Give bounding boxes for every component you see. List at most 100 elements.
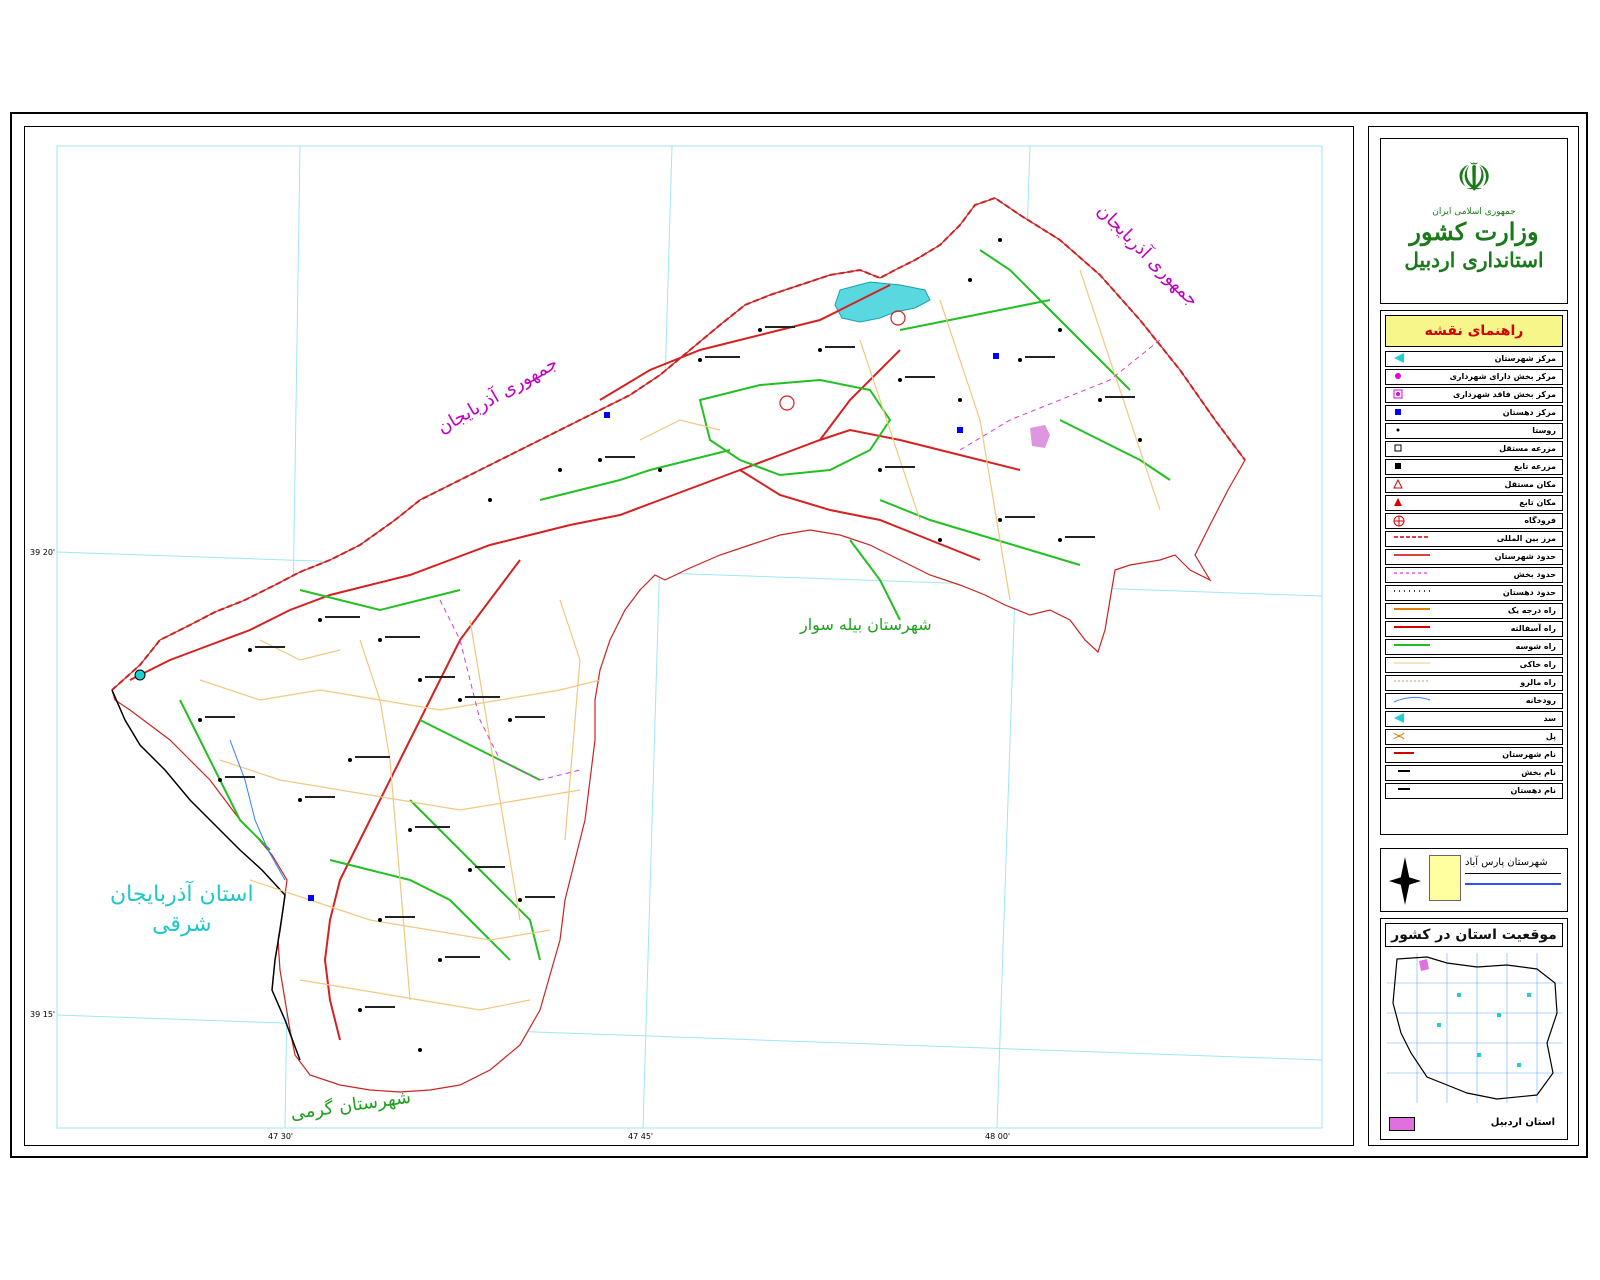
place-icon [1392, 478, 1436, 492]
legend-label: نام شهرستان [1502, 750, 1556, 759]
legend-label: پل [1545, 732, 1556, 741]
legend-row: پل [1385, 729, 1563, 745]
legend-row: مزرعه تابع [1385, 459, 1563, 475]
province-label-w: استان آذربایجان شرقی [110, 880, 254, 940]
legend-row: روستا [1385, 423, 1563, 439]
legend-label: فرودگاه [1524, 516, 1556, 525]
bridge-icon [1392, 730, 1436, 744]
legend-label: حدود شهرستان [1494, 552, 1556, 561]
county-center-icon[interactable] [134, 669, 146, 681]
legend-row: نام شهرستان [1385, 747, 1563, 763]
legend-row: حدود بخش [1385, 567, 1563, 583]
legend-row: حدود شهرستان [1385, 549, 1563, 565]
county-outline [111, 197, 1246, 1093]
legend-row: مرکز دهستان [1385, 405, 1563, 421]
emblem-icon: ☫ [1456, 155, 1492, 201]
district-border-icon [1392, 568, 1436, 582]
legend-title: راهنمای نقشه [1385, 315, 1563, 347]
north-arrow-icon [1389, 857, 1421, 905]
legend: راهنمای نقشه مرکز شهرستان مرکز بخش دارای … [1380, 310, 1568, 835]
place-dep-icon [1392, 496, 1436, 510]
lon-label-48-00: 48 00' [985, 1132, 1011, 1141]
legend-label: حدود دهستان [1502, 588, 1556, 597]
legend-label: مرکز بخش فاقد شهرداری [1452, 390, 1556, 399]
legend-label: سد [1543, 714, 1557, 723]
legend-label: راه درجه یک [1507, 606, 1556, 615]
ministry-subtitle: استانداری اردبیل [1404, 248, 1544, 272]
legend-row: سد [1385, 711, 1563, 727]
legend-label: مرکز بخش دارای شهرداری [1449, 372, 1556, 381]
legend-label: راه شوسه [1515, 642, 1556, 651]
legend-label: مکان تابع [1519, 498, 1556, 507]
legend-label: مرز بین المللی [1496, 534, 1556, 543]
lat-label-39-20: 39 20' [30, 548, 56, 557]
legend-row: مکان تابع [1385, 495, 1563, 511]
road-asphalt-icon [1392, 622, 1436, 636]
legend-row: راه درجه یک [1385, 603, 1563, 619]
legend-label: راه مالرو [1520, 678, 1556, 687]
legend-row: حدود دهستان [1385, 585, 1563, 601]
ministry-title: وزارت کشور [1409, 217, 1539, 246]
river-icon [1392, 694, 1436, 708]
farm-dep-icon [1392, 460, 1436, 474]
legend-label: راه خاکی [1519, 660, 1556, 669]
legend-row: مزرعه مستقل [1385, 441, 1563, 457]
legend-label: راه آسفالته [1510, 624, 1556, 633]
legend-label: نام بخش [1521, 768, 1556, 777]
scale-note-icon [1429, 855, 1461, 901]
legend-row: مکان مستقل [1385, 477, 1563, 493]
legend-row: مرز بین المللی [1385, 531, 1563, 547]
legend-label: مکان مستقل [1504, 480, 1556, 489]
location-title: موقعیت استان در کشور [1385, 923, 1563, 947]
province-label-line2: شرقی [152, 912, 212, 937]
legend-label: مرکز دهستان [1502, 408, 1556, 417]
lon-label-47-30: 47 30' [268, 1132, 294, 1141]
legend-label: مزرعه تابع [1513, 462, 1556, 471]
road-gravel-icon [1392, 640, 1436, 654]
legend-row: رودخانه [1385, 693, 1563, 709]
name-rural-icon [1392, 784, 1436, 798]
airport-icon [1392, 514, 1436, 528]
republic-name: جمهوری اسلامی ایران [1432, 207, 1516, 217]
legend-row: مرکز بخش فاقد شهرداری [1385, 387, 1563, 403]
legend-row: راه شوسه [1385, 639, 1563, 655]
legend-label: حدود بخش [1513, 570, 1556, 579]
province-label-line1: استان آذربایجان [110, 882, 254, 907]
district-nocity-icon [1392, 388, 1436, 402]
legend-label: مزرعه مستقل [1499, 444, 1556, 453]
road-dirt-icon [1392, 658, 1436, 672]
county-border-icon [1392, 550, 1436, 564]
legend-row: راه خاکی [1385, 657, 1563, 673]
legend-row: راه آسفالته [1385, 621, 1563, 637]
legend-row: فرودگاه [1385, 513, 1563, 529]
ministry-header: ☫ جمهوری اسلامی ایران وزارت کشور استاندا… [1380, 138, 1568, 304]
county-map[interactable] [0, 0, 1600, 1280]
intl-border-icon [1392, 532, 1436, 546]
lon-label-47-45: 47 45' [628, 1132, 654, 1141]
legend-row: مرکز بخش دارای شهرداری [1385, 369, 1563, 385]
road-1-icon [1392, 604, 1436, 618]
info-county: شهرستان پارس آباد [1465, 857, 1548, 868]
farm-icon [1392, 442, 1436, 456]
province-swatch-icon [1389, 1117, 1415, 1131]
legend-row: نام دهستان [1385, 783, 1563, 799]
district-city-icon [1392, 370, 1436, 384]
legend-items: مرکز شهرستان مرکز بخش دارای شهرداری مرکز ب… [1381, 351, 1567, 799]
lat-label-39-15: 39 15' [30, 1010, 56, 1019]
name-county-icon [1392, 748, 1436, 762]
legend-label: مرکز شهرستان [1494, 354, 1556, 363]
scale-bar-secondary [1465, 883, 1561, 885]
rural-center-icon [1392, 406, 1436, 420]
legend-label: رودخانه [1525, 696, 1556, 705]
legend-row: راه مالرو [1385, 675, 1563, 691]
info-box: شهرستان پارس آباد [1380, 848, 1568, 912]
legend-row: نام بخش [1385, 765, 1563, 781]
rural-border-icon [1392, 586, 1436, 600]
location-box: موقعیت استان در کشور استان اردبیل [1380, 918, 1568, 1140]
legend-row: مرکز شهرستان [1385, 351, 1563, 367]
county-center-icon [1392, 352, 1436, 366]
country-inset-map[interactable] [1387, 953, 1563, 1103]
name-district-icon [1392, 766, 1436, 780]
county-label-e: شهرستان بیله سوار [800, 615, 932, 634]
village-icon [1392, 424, 1436, 438]
